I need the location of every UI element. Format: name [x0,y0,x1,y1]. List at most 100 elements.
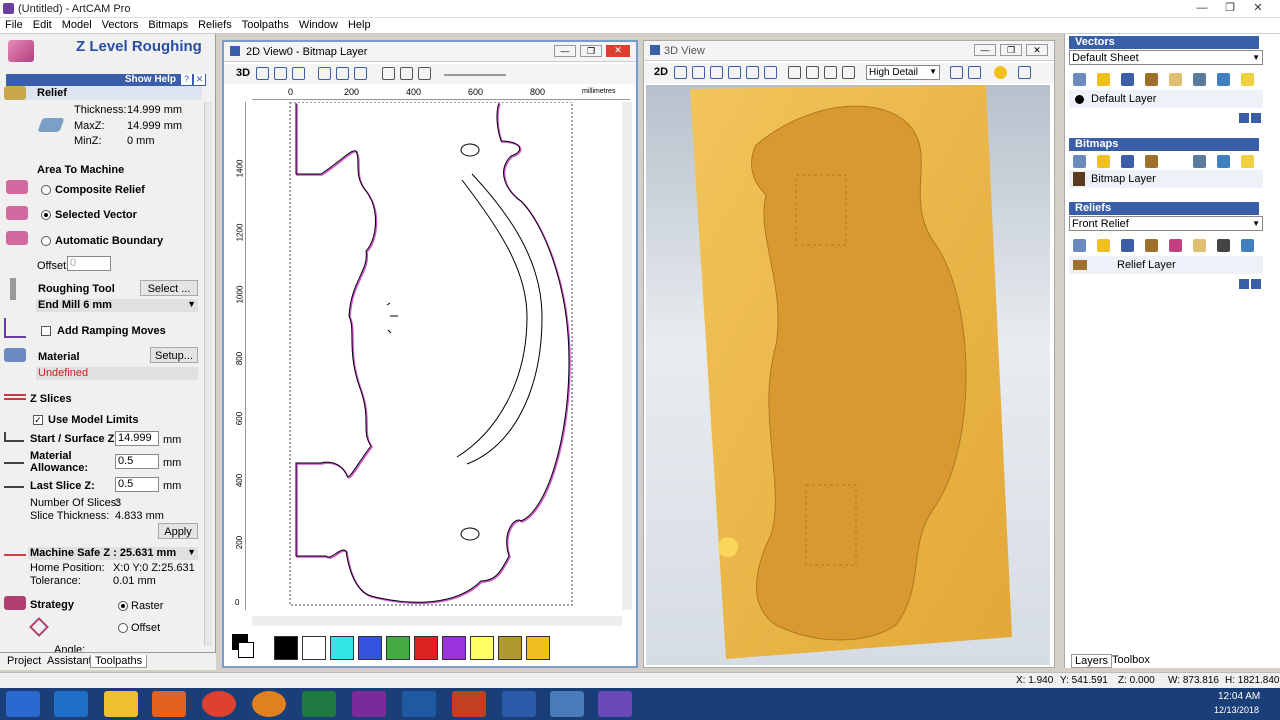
bitmap-visibility-icon[interactable] [1241,155,1254,168]
save-layer-icon[interactable] [1121,73,1134,86]
relief-select[interactable]: Front Relief ▼ [1069,216,1263,231]
onenote-icon[interactable] [352,691,386,717]
chrome-icon[interactable] [202,691,236,717]
artcam-pro-task-icon[interactable] [598,691,632,717]
media-icon[interactable] [152,691,186,717]
bitmap-layer-row[interactable]: Bitmap Layer [1069,170,1263,188]
delete-relief-icon[interactable] [1241,239,1254,252]
layer-up-icon[interactable] [1239,113,1249,123]
show-help-link[interactable]: Show Help [125,74,176,85]
swatch-olive[interactable] [498,636,522,660]
blend-slider[interactable] [444,74,506,76]
view-3d-window[interactable]: 3D View — ❐ ✕ 2D High Detail ▼ [643,40,1055,668]
start-z-input[interactable]: 14.999 [115,431,159,446]
menu-vectors[interactable]: Vectors [97,18,144,32]
view-2d-close-icon[interactable]: ✕ [606,45,630,57]
zoom-fit-icon[interactable] [354,67,367,80]
trace-bitmap-icon[interactable] [1193,155,1206,168]
zoom-prev-icon[interactable] [336,67,349,80]
last-slice-input[interactable]: 0.5 [115,477,159,492]
panel-scrollbar[interactable] [204,102,212,646]
view-3d-close-icon[interactable]: ✕ [1026,44,1048,56]
artcam-task-icon[interactable] [550,691,584,717]
word-icon[interactable] [502,691,536,717]
view-2d-vscroll[interactable] [622,102,632,610]
zoom-box-3d-icon[interactable] [746,66,759,79]
top-view-icon[interactable] [842,66,855,79]
selected-vector-label[interactable]: Selected Vector [55,209,137,221]
tab-assistant[interactable]: Assistant [43,655,96,667]
material-setup-button[interactable]: Setup... [150,347,198,363]
default-layer-row[interactable]: Default Layer [1069,90,1263,108]
swatch-blue[interactable] [358,636,382,660]
allowance-input[interactable]: 0.5 [115,454,159,469]
menu-file[interactable]: File [0,18,28,32]
switch-2d-button[interactable]: 2D [654,66,668,78]
menu-bitmaps[interactable]: Bitmaps [143,18,193,32]
new-relief-icon[interactable] [1073,239,1086,252]
raster-radio[interactable] [118,601,128,611]
new-layer-icon[interactable] [1073,73,1086,86]
offset-radio[interactable] [118,623,128,633]
select-tool-button[interactable]: Select ... [140,280,198,296]
help-icon[interactable]: ? [181,74,192,85]
save-bitmap-icon[interactable] [1121,155,1134,168]
switch-3d-button[interactable]: 3D [236,67,250,79]
relief-down-icon[interactable] [1251,279,1261,289]
copy-bitmap-icon[interactable] [1145,155,1158,168]
visibility-icon[interactable] [1241,73,1254,86]
light-bulb-icon[interactable] [994,66,1007,79]
tab-toolbox[interactable]: Toolbox [1109,654,1153,666]
tab-layers[interactable]: Layers [1071,654,1113,668]
menu-model[interactable]: Model [57,18,97,32]
delete-layer-icon[interactable] [1217,73,1230,86]
view-2d-restore-icon[interactable]: ❐ [580,45,602,57]
use-limits-checkbox[interactable]: ✓ [33,415,43,425]
zoom-box-icon[interactable] [318,67,331,80]
swatch-yellow[interactable] [470,636,494,660]
menu-reliefs[interactable]: Reliefs [193,18,237,32]
side-view-icon[interactable] [824,66,837,79]
start-button-icon[interactable] [6,691,40,717]
front-view-icon[interactable] [806,66,819,79]
relief-clip-icon[interactable] [1193,239,1206,252]
raster-label[interactable]: Raster [131,600,163,612]
menu-help[interactable]: Help [343,18,376,32]
zoom-all-3d-icon[interactable] [764,66,777,79]
zoom-all-icon[interactable] [292,67,305,80]
ie-icon[interactable] [54,691,88,717]
ramping-label[interactable]: Add Ramping Moves [57,325,166,337]
close-help-icon[interactable]: ✕ [194,74,205,85]
new-bitmap-icon[interactable] [1073,155,1086,168]
use-limits-label[interactable]: Use Model Limits [48,414,138,426]
open-layer-icon[interactable] [1097,73,1110,86]
lighting-icon[interactable] [950,66,963,79]
move-icon[interactable] [692,66,705,79]
tab-toolpaths[interactable]: Toolpaths [90,655,148,668]
paste-layer-icon[interactable] [1169,73,1182,86]
copy-relief-icon[interactable] [1145,239,1158,252]
color-pair-icon[interactable] [232,634,254,660]
powerpoint-icon[interactable] [452,691,486,717]
view-2d-window[interactable]: 2D View0 - Bitmap Layer — ❐ ✕ 3D 0 200 4… [222,40,638,668]
swatch-purple[interactable] [442,636,466,660]
automatic-label[interactable]: Automatic Boundary [55,235,163,247]
iso-view-icon[interactable] [788,66,801,79]
delete-bitmap-icon[interactable] [1217,155,1230,168]
detail-dropdown[interactable]: High Detail ▼ [866,65,940,80]
firefox-icon[interactable] [252,691,286,717]
machine-safe-bar[interactable]: Machine Safe Z : 25.631 mm ▼ [28,547,198,560]
minimize-icon[interactable]: — [1190,0,1214,16]
copy-layer-icon[interactable] [1145,73,1158,86]
vector-drawing-canvas[interactable] [252,102,622,610]
view-2d-hscroll[interactable] [252,616,622,626]
view-3d-minimize-icon[interactable]: — [974,44,996,56]
composite-label[interactable]: Composite Relief [55,184,145,196]
menu-toolpaths[interactable]: Toolpaths [237,18,294,32]
axis-icon[interactable] [968,66,981,79]
viewport-3d[interactable] [646,85,1050,665]
pan-icon[interactable] [674,66,687,79]
explorer-icon[interactable] [104,691,138,717]
relief-layer-row[interactable]: Relief Layer [1069,256,1263,274]
restore-icon[interactable]: ❐ [1218,0,1242,16]
